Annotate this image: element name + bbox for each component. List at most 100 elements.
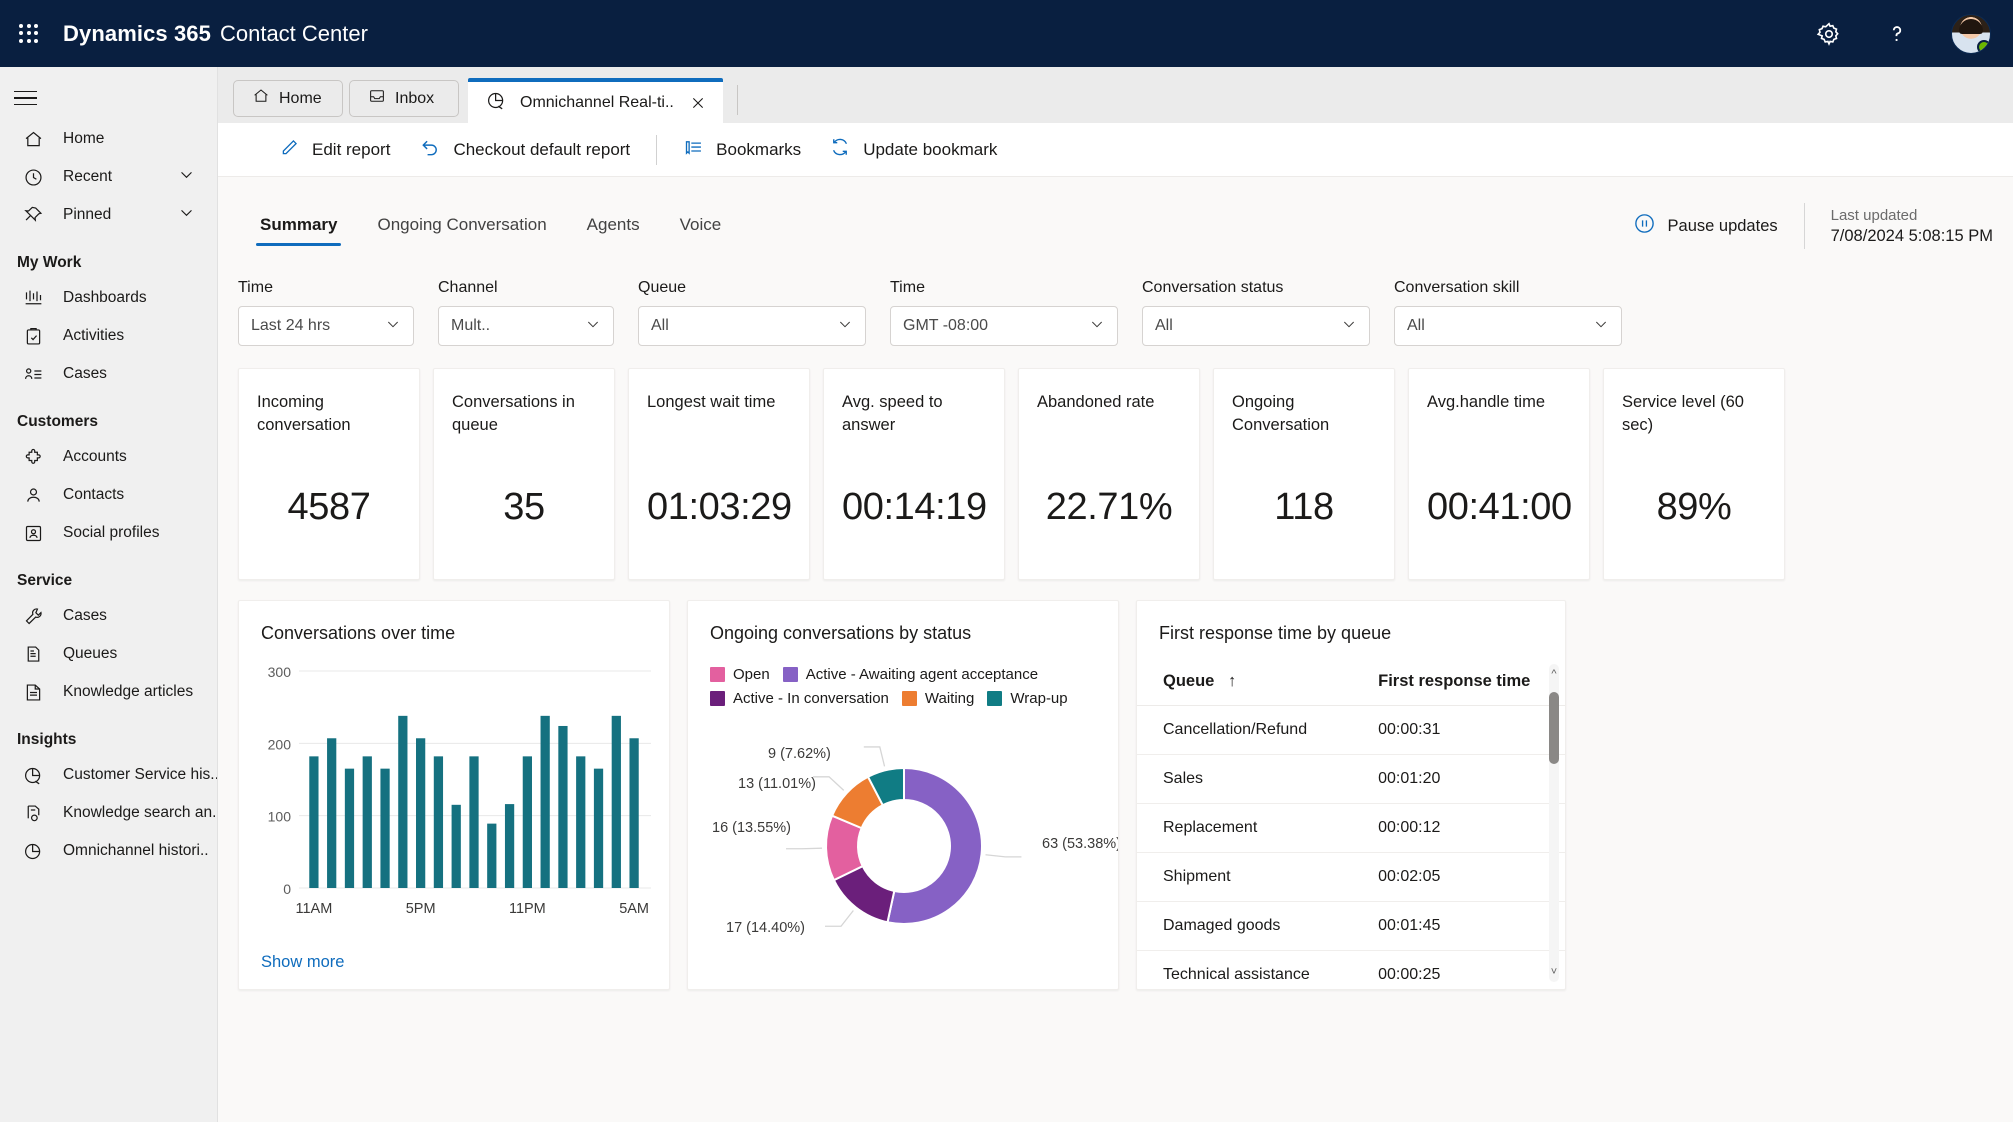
sidebar-item-label: Omnichannel histori..	[63, 842, 209, 859]
show-more-link[interactable]: Show more	[261, 953, 344, 972]
column-label: Queue	[1163, 672, 1215, 690]
last-updated-value: 7/08/2024 5:08:15 PM	[1830, 226, 1993, 245]
hamburger-icon[interactable]	[14, 76, 58, 120]
sidebar-item-cases-mywork[interactable]: Cases	[0, 355, 217, 393]
sidebar-item-queues[interactable]: Queues	[0, 635, 217, 673]
close-icon[interactable]	[687, 92, 709, 114]
tab-voice[interactable]: Voice	[660, 215, 742, 246]
sidebar-item-contacts[interactable]: Contacts	[0, 476, 217, 514]
kpi-avg-handle-time: Avg.handle time 00:41:00	[1408, 368, 1590, 580]
avatar[interactable]	[1951, 13, 1991, 54]
sidebar-item-activities[interactable]: Activities	[0, 317, 217, 355]
table-row[interactable]: Technical assistance 00:00:25	[1137, 950, 1565, 988]
tab-label: Agents	[586, 214, 640, 234]
sidebar-item-pinned[interactable]: Pinned	[0, 196, 217, 234]
cell-first-response-time: 00:01:20	[1368, 754, 1565, 804]
gear-icon[interactable]	[1815, 20, 1843, 48]
filter-conversation-status-select[interactable]: All	[1142, 306, 1370, 346]
sidebar-item-dashboards[interactable]: Dashboards	[0, 279, 217, 317]
sidebar-item-recent[interactable]: Recent	[0, 158, 217, 196]
session-tab-home[interactable]: Home	[233, 80, 343, 117]
home-icon	[22, 128, 44, 150]
search-document-icon	[22, 802, 44, 824]
command-label: Edit report	[312, 139, 391, 159]
pie-chart-icon	[22, 764, 44, 786]
filter-timezone-select[interactable]: GMT -08:00	[890, 306, 1118, 346]
column-header-queue[interactable]: Queue ↑	[1137, 658, 1369, 706]
chevron-down-icon[interactable]	[178, 204, 195, 226]
app-launcher-icon[interactable]	[17, 22, 41, 46]
legend-item-waiting[interactable]: Waiting	[901, 690, 974, 707]
app-header: Dynamics 365 Contact Center	[0, 0, 2013, 67]
filter-label: Conversation skill	[1394, 279, 1520, 296]
filter-conversation-skill-select[interactable]: All	[1394, 306, 1622, 346]
dashboard-icon	[22, 287, 44, 309]
sidebar-item-accounts[interactable]: Accounts	[0, 438, 217, 476]
table-row[interactable]: Cancellation/Refund 00:00:31	[1137, 705, 1565, 755]
tab-ongoing-conversation[interactable]: Ongoing Conversation	[357, 215, 566, 246]
kpi-value: 4587	[287, 486, 371, 528]
sidebar-item-omnichannel-historical[interactable]: Omnichannel histori..	[0, 832, 217, 870]
legend-swatch	[782, 667, 798, 682]
sidebar-item-cases-service[interactable]: Cases	[0, 597, 217, 635]
sidebar-item-label: Knowledge search an..	[63, 804, 217, 821]
ongoing-by-status-donut: 63 (53.38%) 17 (14.40%) 16 (13.55%) 13 (11.…	[712, 746, 1118, 936]
session-tab-label: Omnichannel Real-ti..	[520, 93, 674, 111]
svg-text:11AM: 11AM	[295, 901, 332, 917]
table-row[interactable]: Replacement 00:00:12	[1137, 803, 1565, 853]
table-row[interactable]: Sales 00:01:20	[1137, 754, 1565, 804]
question-mark-icon[interactable]	[1883, 20, 1911, 48]
refresh-icon	[829, 136, 851, 163]
sidebar-item-label: Contacts	[63, 486, 125, 503]
filter-conversation-skill: Conversation skill All	[1394, 279, 1622, 346]
card-title: Ongoing conversations by status	[710, 623, 972, 643]
cell-queue: Sales	[1137, 754, 1369, 804]
presence-indicator	[1977, 39, 1990, 53]
legend-item-open[interactable]: Open	[710, 666, 770, 683]
table-row[interactable]: Damaged goods 00:01:45	[1137, 901, 1565, 951]
legend-item-active-in-conversation[interactable]: Active - In conversation	[710, 690, 889, 707]
filter-channel-select[interactable]: Mult..	[438, 306, 614, 346]
command-label: Update bookmark	[863, 139, 998, 159]
pie-chart-icon	[486, 90, 507, 116]
pause-updates-button[interactable]: Pause updates	[1633, 212, 1778, 240]
donut-legend: Open Active - Awaiting agent acceptance …	[688, 644, 1088, 707]
scroll-up-icon[interactable]: ^	[1549, 664, 1559, 684]
scroll-down-icon[interactable]: ˅	[1549, 962, 1559, 982]
filter-time-range-select[interactable]: Last 24 hrs	[238, 306, 414, 346]
session-tab-inbox[interactable]: Inbox	[349, 80, 459, 117]
scrollbar-thumb[interactable]	[1549, 692, 1559, 764]
kpi-value: 00:41:00	[1427, 486, 1572, 528]
puzzle-icon	[22, 446, 44, 468]
svg-text:300: 300	[268, 664, 292, 680]
sidebar-item-knowledge-search-analytics[interactable]: Knowledge search an..	[0, 794, 217, 832]
sidebar-item-knowledge-articles[interactable]: Knowledge articles	[0, 673, 217, 711]
column-header-first-response-time[interactable]: First response time	[1368, 658, 1565, 706]
svg-text:200: 200	[268, 736, 292, 752]
kpi-title: Avg. speed to answer	[842, 393, 943, 435]
tab-agents[interactable]: Agents	[567, 215, 660, 246]
session-tab-omnichannel-realtime[interactable]: Omnichannel Real-ti..	[468, 78, 723, 123]
sidebar-item-home[interactable]: Home	[0, 120, 217, 158]
chevron-down-icon[interactable]	[178, 166, 195, 188]
filter-queue-select[interactable]: All	[638, 306, 866, 346]
filter-value: Mult..	[451, 317, 491, 334]
legend-swatch	[710, 691, 725, 706]
legend-item-wrap-up[interactable]: Wrap-up	[987, 690, 1068, 707]
checkout-default-report-button[interactable]: Checkout default report	[404, 129, 644, 171]
filter-value: GMT -08:00	[903, 317, 989, 334]
bookmarks-button[interactable]: Bookmarks	[669, 130, 815, 170]
pause-updates-label: Pause updates	[1667, 216, 1778, 235]
sidebar-item-customer-service-history[interactable]: Customer Service his..	[0, 756, 217, 794]
update-bookmark-button[interactable]: Update bookmark	[815, 129, 1011, 170]
table-scrollbar[interactable]: ^ ˅	[1549, 664, 1559, 982]
edit-report-button[interactable]: Edit report	[265, 130, 404, 170]
tab-summary[interactable]: Summary	[240, 215, 357, 246]
sidebar-item-social-profiles[interactable]: Social profiles	[0, 514, 217, 552]
table-row[interactable]: Shipment 00:02:05	[1137, 852, 1565, 902]
cell-queue: Technical assistance	[1137, 950, 1369, 988]
filter-label: Time	[238, 279, 273, 296]
svg-text:5PM: 5PM	[406, 901, 436, 917]
legend-item-active-awaiting[interactable]: Active - Awaiting agent acceptance	[782, 666, 1038, 683]
status-divider	[1803, 203, 1805, 249]
